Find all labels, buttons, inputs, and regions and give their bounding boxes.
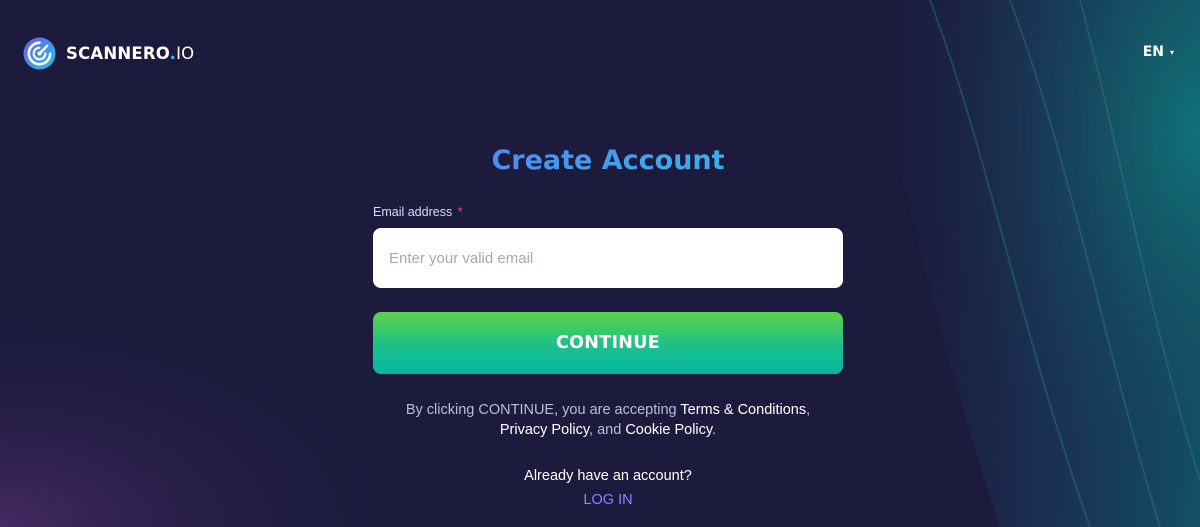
legal-separator-1: , — [806, 402, 811, 418]
legal-notice: By clicking CONTINUE, you are accepting … — [373, 400, 843, 440]
brand-name-suffix: IO — [176, 44, 195, 63]
page-title: Create Account — [373, 140, 843, 182]
login-link[interactable]: LOG IN — [373, 490, 843, 510]
language-label: EN — [1142, 44, 1164, 60]
email-label-text: Email address — [373, 205, 453, 219]
privacy-link[interactable]: Privacy Policy — [500, 422, 589, 438]
cookie-link[interactable]: Cookie Policy — [625, 422, 712, 438]
brand-name-main: SCANNERO — [66, 44, 170, 63]
required-indicator: * — [457, 205, 463, 219]
radar-gauge-icon — [23, 37, 56, 70]
existing-account-text: Already have an account? — [524, 468, 692, 484]
email-input[interactable] — [373, 228, 843, 288]
email-field-label: Email address * — [373, 204, 843, 220]
legal-separator-2: , and — [589, 422, 626, 438]
legal-prefix: By clicking CONTINUE, you are accepting — [405, 402, 681, 418]
terms-link[interactable]: Terms & Conditions — [680, 402, 806, 418]
legal-end: . — [712, 422, 717, 438]
signup-form: Create Account Email address * CONTINUE … — [373, 140, 843, 510]
language-selector[interactable]: EN ▾ — [1143, 44, 1174, 60]
continue-button[interactable]: CONTINUE — [373, 312, 843, 374]
brand-name: SCANNERO.IO — [66, 44, 194, 63]
brand-logo[interactable]: SCANNERO.IO — [23, 37, 194, 70]
chevron-down-icon: ▾ — [1169, 47, 1174, 57]
